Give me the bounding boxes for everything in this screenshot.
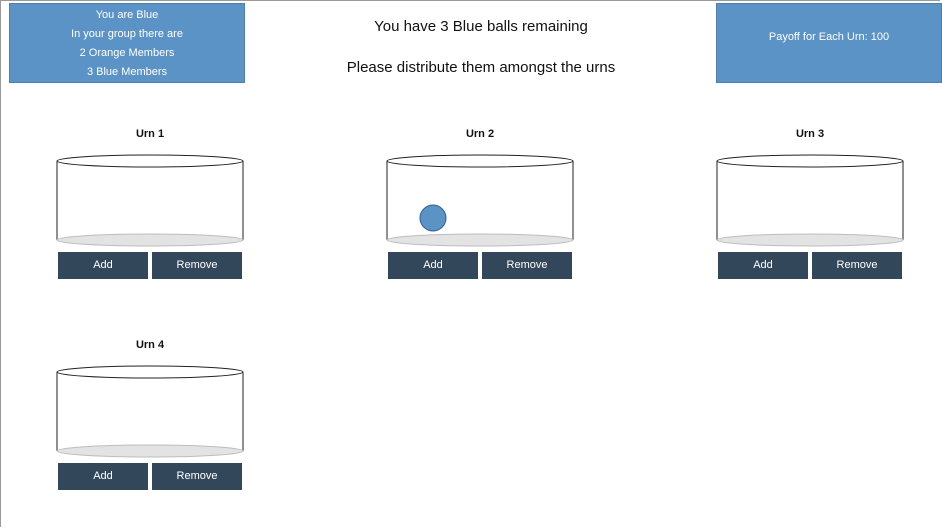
- urn-container[interactable]: [55, 365, 245, 459]
- payoff-panel: Payoff for Each Urn: 100: [716, 3, 942, 83]
- balls-remaining-text: You have 3 Blue balls remaining: [374, 18, 588, 35]
- urn-title: Urn 4: [135, 339, 165, 351]
- group-info-panel: You are Blue In your group there are 2 O…: [9, 3, 245, 83]
- blue-members-count: 3 Blue Members: [86, 66, 168, 78]
- urn-4: Urn 4 Add Remove: [55, 339, 245, 490]
- instruction-text: Please distribute them amongst the urns: [346, 59, 616, 76]
- urn-3-add-button[interactable]: Add: [718, 252, 808, 279]
- payoff-label: Payoff for Each Urn: 100: [768, 31, 890, 43]
- urn-title: Urn 3: [795, 128, 825, 140]
- group-intro-text: In your group there are: [71, 28, 183, 40]
- urn-container[interactable]: [715, 154, 905, 248]
- urn-1-remove-button[interactable]: Remove: [152, 252, 242, 279]
- urn-1-add-button[interactable]: Add: [58, 252, 148, 279]
- urn-container[interactable]: [385, 154, 575, 248]
- urn-2-add-button[interactable]: Add: [388, 252, 478, 279]
- urn-3: Urn 3 Add Remove: [715, 128, 905, 279]
- player-color-text: You are Blue: [95, 9, 159, 21]
- blue-ball: [419, 204, 447, 232]
- orange-members-count: 2 Orange Members: [79, 47, 175, 59]
- urn-title: Urn 1: [135, 128, 165, 140]
- urn-2: Urn 2 Add Remove: [385, 128, 575, 279]
- urn-container[interactable]: [55, 154, 245, 248]
- urn-3-remove-button[interactable]: Remove: [812, 252, 902, 279]
- urn-4-remove-button[interactable]: Remove: [152, 463, 242, 490]
- urn-1: Urn 1 Add Remove: [55, 128, 245, 279]
- urn-title: Urn 2: [465, 128, 495, 140]
- urn-4-add-button[interactable]: Add: [58, 463, 148, 490]
- urn-2-remove-button[interactable]: Remove: [482, 252, 572, 279]
